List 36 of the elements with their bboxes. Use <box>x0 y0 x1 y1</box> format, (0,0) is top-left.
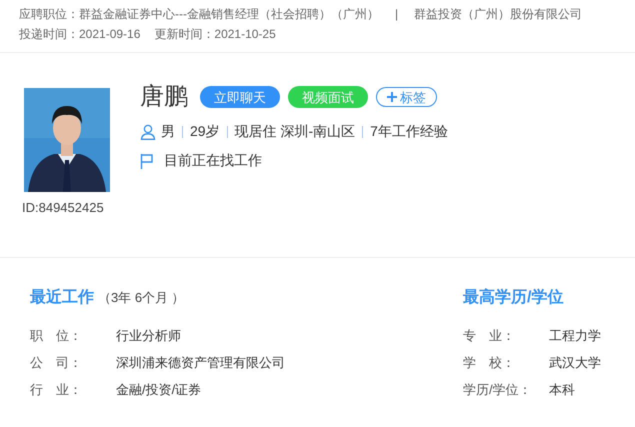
work-duration: （3年 6个月 ） <box>98 289 185 308</box>
section-title: 最近工作 <box>30 287 94 308</box>
field-value: 金融/投资/证券 <box>116 380 202 399</box>
field-value: 武汉大学 <box>549 354 601 372</box>
profile-fact: 29岁 <box>190 122 220 141</box>
field-value: 行业分析师 <box>116 326 181 345</box>
company-text: 群益投资（广州）股份有限公司 <box>414 6 582 23</box>
section-title: 最高学历/学位 <box>463 287 564 308</box>
position-label: 应聘职位： <box>19 6 79 23</box>
applied-label: 投递时间： <box>19 26 79 43</box>
profile-fact: 男 <box>161 122 175 141</box>
profile-fact: 现居住 深圳-南山区 <box>234 122 356 141</box>
job-status: 目前正在找工作 <box>164 151 262 170</box>
add-tag-button[interactable]: 标签 <box>376 87 437 107</box>
field-value: 本科 <box>549 380 575 399</box>
field-label: 公 司： <box>30 354 83 372</box>
flag-icon <box>140 152 154 168</box>
video-interview-button[interactable]: 视频面试 <box>288 86 368 108</box>
field-label: 行 业： <box>30 380 83 399</box>
candidate-id: ID:849452425 <box>22 199 104 217</box>
updated-label: 更新时间： <box>154 26 214 43</box>
chat-button[interactable]: 立即聊天 <box>200 86 280 108</box>
field-value: 深圳浦来德资产管理有限公司 <box>116 354 285 372</box>
field-label: 学 校： <box>463 354 516 372</box>
candidate-name: 唐鹏 <box>140 82 188 112</box>
updated-date: 2021-10-25 <box>214 26 276 43</box>
field-label: 学历/学位： <box>463 380 533 399</box>
field-label: 专 业： <box>463 326 516 345</box>
profile-fact: 7年工作经验 <box>370 122 448 141</box>
position-text: 群益金融证券中心---金融销售经理（社会招聘）（广州） <box>79 6 379 23</box>
separator: | <box>395 6 398 23</box>
person-icon <box>140 124 156 140</box>
field-label: 职 位： <box>30 326 83 345</box>
plus-icon <box>387 92 397 102</box>
field-value: 工程力学 <box>549 326 601 345</box>
applied-date: 2021-09-16 <box>79 26 140 43</box>
